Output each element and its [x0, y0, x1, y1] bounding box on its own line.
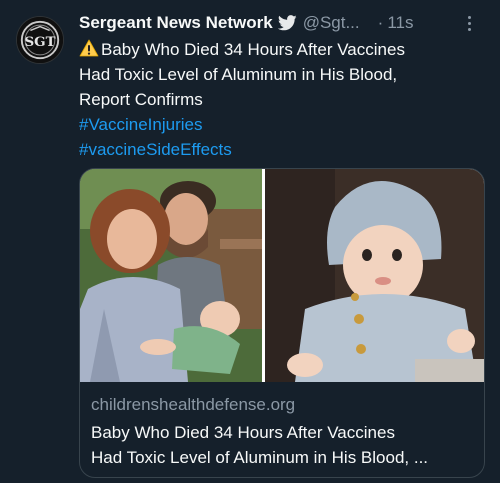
warning-icon [79, 39, 99, 57]
user-handle[interactable]: @Sgt... [303, 13, 360, 33]
tweet-header: Sergeant News Network @Sgt... · 11s [79, 12, 486, 34]
timestamp[interactable]: 11s [387, 13, 413, 33]
tweet-text-line: Baby Who Died 34 Hours After Vaccines [79, 37, 489, 62]
link-preview-card[interactable]: childrenshealthdefense.org Baby Who Died… [79, 168, 485, 478]
display-name[interactable]: Sergeant News Network [79, 13, 273, 33]
hashtag-link-vaccineinjuries[interactable]: #VaccineInjuries [79, 112, 489, 137]
twitter-bird-icon [277, 15, 297, 31]
card-title[interactable]: Baby Who Died 34 Hours After Vaccines Ha… [91, 420, 476, 470]
separator-dot: · [377, 13, 384, 32]
card-image[interactable] [80, 169, 484, 382]
hashtag-link-vaccinesideeffects[interactable]: #vaccineSideEffects [79, 137, 489, 162]
svg-text:SGT: SGT [24, 34, 55, 50]
card-domain[interactable]: childrenshealthdefense.org [91, 395, 295, 415]
tweet-text: Baby Who Died 34 Hours After Vaccines Ha… [79, 37, 489, 162]
tweet-text-line-1: Baby Who Died 34 Hours After Vaccines [101, 40, 405, 59]
tweet-text-line-3: Report Confirms [79, 90, 203, 109]
avatar[interactable]: SGT [16, 16, 64, 64]
family-photo [80, 169, 262, 382]
card-title-line-2: Had Toxic Level of Aluminum in His Blood… [91, 448, 429, 467]
tweet[interactable]: SGT Sergeant News Network @Sgt... · 11s … [0, 0, 500, 483]
tweet-text-line-2: Had Toxic Level of Aluminum in His Blood… [79, 65, 398, 84]
baby-photo [265, 169, 484, 382]
card-title-line-1: Baby Who Died 34 Hours After Vaccines [91, 423, 395, 442]
sgt-logo: SGT [17, 17, 63, 63]
more-icon[interactable] [460, 12, 478, 34]
